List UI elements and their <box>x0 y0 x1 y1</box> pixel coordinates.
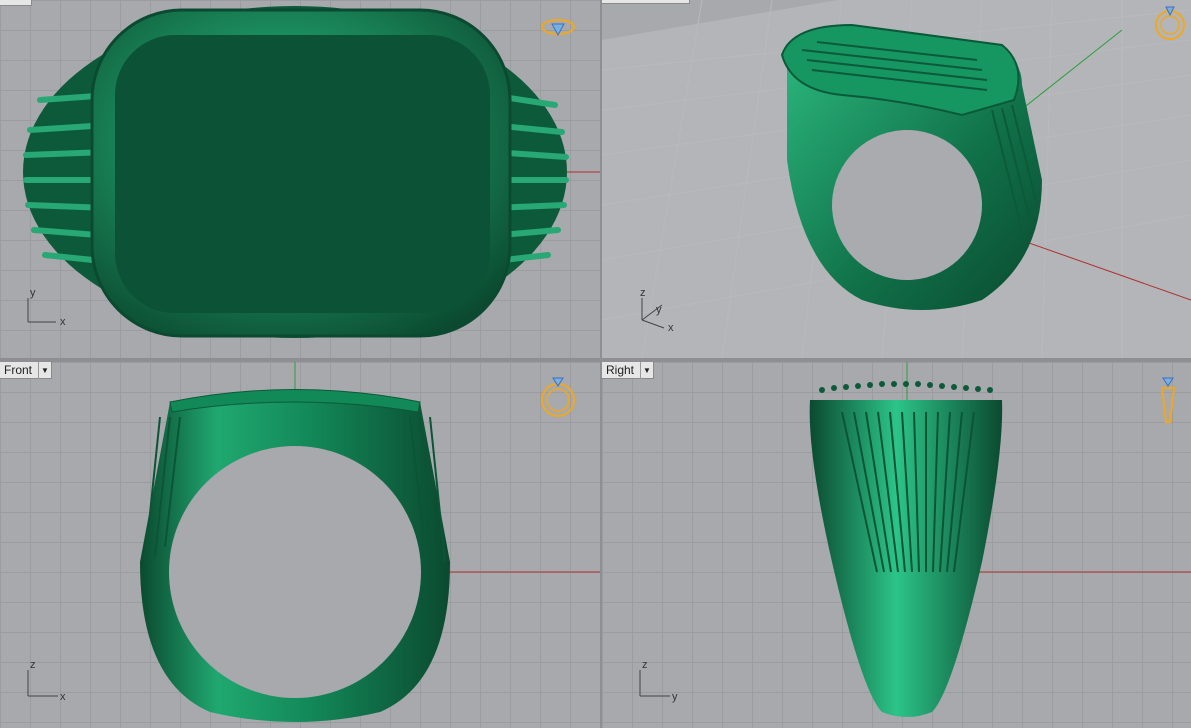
perspective-view-canvas: z y x <box>602 0 1191 358</box>
axis-triad-right: z y <box>639 659 678 703</box>
viewport-perspective[interactable]: z y x <box>602 0 1191 358</box>
viewport-tab-perspective[interactable] <box>602 0 690 4</box>
top-view-canvas: y x <box>23 6 600 338</box>
axis-label-x: x <box>60 316 66 328</box>
right-view-canvas: z y <box>639 362 1191 717</box>
viewport-tab-front[interactable]: Front ▼ <box>0 362 53 379</box>
viewport-front[interactable]: z x Front ▼ <box>0 362 600 728</box>
axis-triad-top: y x <box>27 287 66 328</box>
front-view-canvas: z x <box>27 362 600 722</box>
viewport-right[interactable]: z y Right ▼ <box>602 362 1191 728</box>
chevron-down-icon[interactable]: ▼ <box>640 362 653 379</box>
axis-label-x: x <box>668 322 674 334</box>
ring-gizmo-icon[interactable] <box>1160 377 1176 423</box>
chevron-down-icon[interactable]: ▼ <box>38 362 51 379</box>
axis-label-z: z <box>642 659 648 671</box>
viewport-title-right: Right <box>606 363 635 377</box>
axis-label-z: z <box>640 287 646 299</box>
ring-right <box>809 381 1003 717</box>
viewport-top[interactable]: y x <box>0 0 600 358</box>
axis-label-y: y <box>30 287 36 299</box>
ring-gizmo-icon[interactable] <box>541 19 575 37</box>
axis-label-z: z <box>30 659 36 671</box>
viewport-title-front: Front <box>4 363 33 377</box>
viewport-tab-top[interactable] <box>0 0 32 6</box>
ring-front <box>140 389 450 722</box>
axis-label-y: y <box>672 691 678 703</box>
viewport-tab-right[interactable]: Right ▼ <box>602 362 655 379</box>
ring-gizmo-icon[interactable] <box>541 377 575 417</box>
axis-triad-front: z x <box>27 659 66 703</box>
axis-label-y: y <box>656 304 662 316</box>
axis-label-x: x <box>60 691 66 703</box>
